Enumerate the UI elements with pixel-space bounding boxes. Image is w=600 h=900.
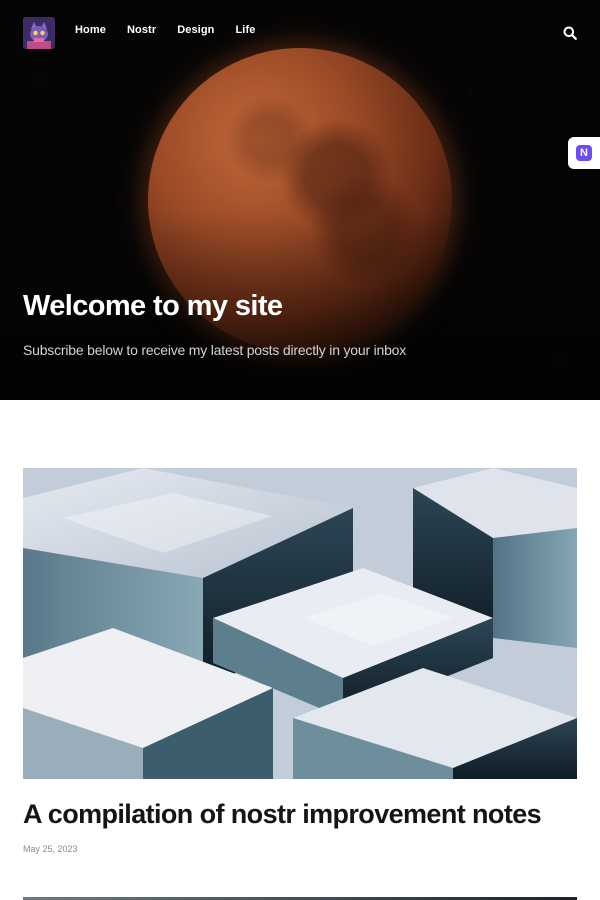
search-button[interactable] — [562, 25, 578, 41]
nav-links: Home Nostr Design Life — [75, 24, 276, 36]
nav-item-home[interactable]: Home — [75, 24, 106, 36]
hero-title: Welcome to my site — [23, 290, 283, 322]
hero-section: Home Nostr Design Life Welcome to my sit… — [0, 0, 600, 400]
hero-subtitle: Subscribe below to receive my latest pos… — [23, 342, 407, 358]
nav-item-design[interactable]: Design — [177, 24, 214, 36]
search-icon — [563, 26, 577, 40]
post-date: May 25, 2023 — [23, 844, 78, 854]
top-navigation: Home Nostr Design Life — [0, 0, 600, 66]
nav-item-life[interactable]: Life — [235, 24, 255, 36]
post-cover-image[interactable] — [23, 468, 577, 779]
nostr-icon: N — [576, 145, 592, 161]
nav-item-nostr[interactable]: Nostr — [127, 24, 156, 36]
post-title[interactable]: A compilation of nostr improvement notes — [23, 799, 542, 830]
site-logo[interactable] — [23, 17, 55, 49]
avatar-logo-icon — [23, 17, 55, 49]
glass-cubes-illustration — [23, 468, 577, 779]
nostr-widget-button[interactable]: N — [568, 137, 600, 169]
